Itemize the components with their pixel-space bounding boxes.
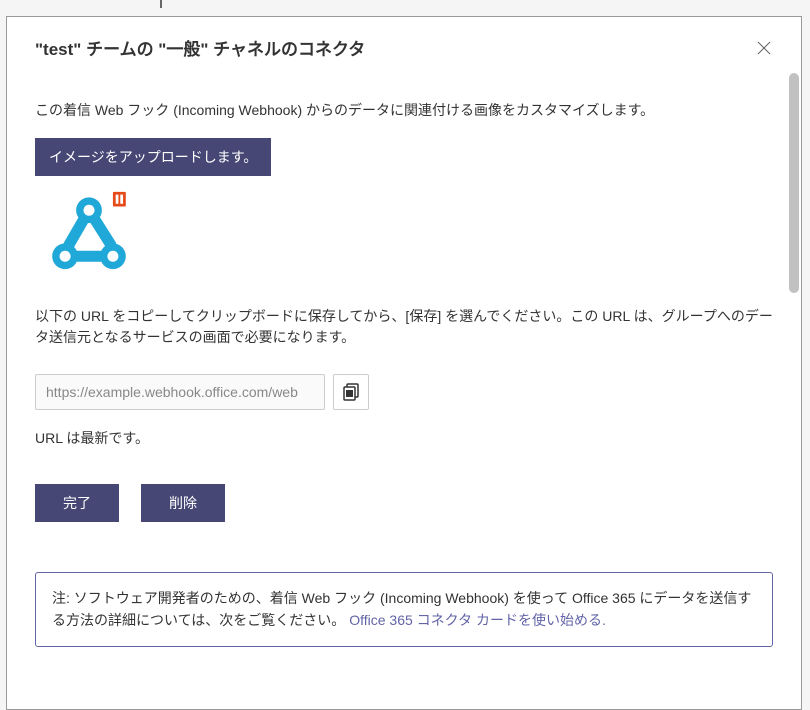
delete-button[interactable]: 削除 [141,484,225,522]
developer-note-box: 注: ソフトウェア開発者のための、着信 Web フック (Incoming We… [35,572,773,647]
webhook-image-preview [35,190,773,282]
incoming-webhook-icon [43,190,135,282]
url-copy-description: 以下の URL をコピーしてクリップボードに保存してから、[保存] を選んでくだ… [35,306,773,348]
dialog-header: "test" チームの "一般" チャネルのコネクタ [7,17,801,72]
action-buttons: 完了 削除 [35,484,773,522]
connector-card-link[interactable]: Office 365 コネクタ カードを使い始める. [349,612,606,628]
copy-url-button[interactable] [333,374,369,410]
dialog-container: "test" チームの "一般" チャネルのコネクタ この着信 Web フック … [6,16,802,710]
dialog-title: "test" チームの "一般" チャネルのコネクタ [35,35,365,60]
top-tab-indicator [160,0,162,8]
dialog-content: この着信 Web フック (Incoming Webhook) からのデータに関… [7,72,801,667]
url-row [35,374,773,410]
image-customize-description: この着信 Web フック (Incoming Webhook) からのデータに関… [35,100,773,120]
webhook-url-input[interactable] [35,374,325,410]
copy-icon [343,383,359,401]
url-status-text: URL は最新です。 [35,428,773,448]
done-button[interactable]: 完了 [35,484,119,522]
upload-image-button[interactable]: イメージをアップロードします。 [35,138,271,176]
close-button[interactable] [755,39,773,57]
close-icon [757,41,771,55]
